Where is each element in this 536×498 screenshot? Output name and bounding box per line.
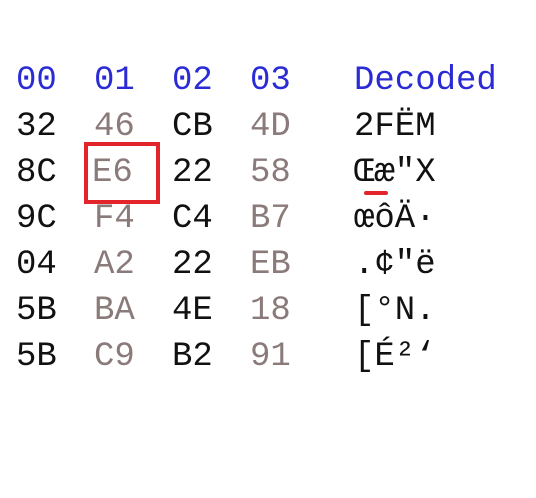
decoded-text[interactable]: Œæ"X [354, 150, 436, 196]
hex-byte[interactable]: C4 [172, 196, 232, 242]
decoded-text[interactable]: [É²‘ [354, 334, 436, 380]
decoded-text[interactable]: [°N. [354, 288, 436, 334]
column-header-decoded: Decoded [354, 62, 497, 100]
hex-byte[interactable]: 8C [16, 150, 76, 196]
selected-hex-byte[interactable]: E6 [84, 142, 160, 204]
hex-byte[interactable]: 32 [16, 104, 76, 150]
column-header-00: 00 [16, 62, 57, 100]
hex-byte[interactable]: 4D [250, 104, 310, 150]
hex-byte[interactable]: 5B [16, 288, 76, 334]
hex-byte[interactable]: 04 [16, 242, 76, 288]
hex-byte[interactable]: 22 [172, 242, 232, 288]
column-header-02: 02 [172, 62, 213, 100]
hex-byte[interactable]: 5B [16, 334, 76, 380]
decoded-text[interactable]: 2FËM [354, 104, 436, 150]
decoded-text[interactable]: œôÄ· [354, 196, 436, 242]
hex-byte[interactable]: C9 [94, 334, 154, 380]
hex-byte[interactable]: F4 [94, 196, 154, 242]
hex-byte[interactable]: 46 [94, 104, 154, 150]
hex-byte[interactable]: 9C [16, 196, 76, 242]
column-header-01: 01 [94, 62, 135, 100]
hex-byte[interactable]: 18 [250, 288, 310, 334]
hex-byte[interactable]: B7 [250, 196, 310, 242]
hex-byte[interactable]: 91 [250, 334, 310, 380]
hex-byte[interactable]: CB [172, 104, 232, 150]
hex-byte[interactable]: A2 [94, 242, 154, 288]
hex-byte[interactable]: B2 [172, 334, 232, 380]
decoded-selection-underline [364, 191, 388, 195]
hex-byte[interactable]: 58 [250, 150, 310, 196]
column-header-03: 03 [250, 62, 291, 100]
hex-byte[interactable]: 22 [172, 150, 232, 196]
hex-byte[interactable]: BA [94, 288, 154, 334]
decoded-text[interactable]: .¢"ë [354, 242, 436, 288]
hex-byte[interactable]: EB [250, 242, 310, 288]
hex-byte[interactable]: 4E [172, 288, 232, 334]
